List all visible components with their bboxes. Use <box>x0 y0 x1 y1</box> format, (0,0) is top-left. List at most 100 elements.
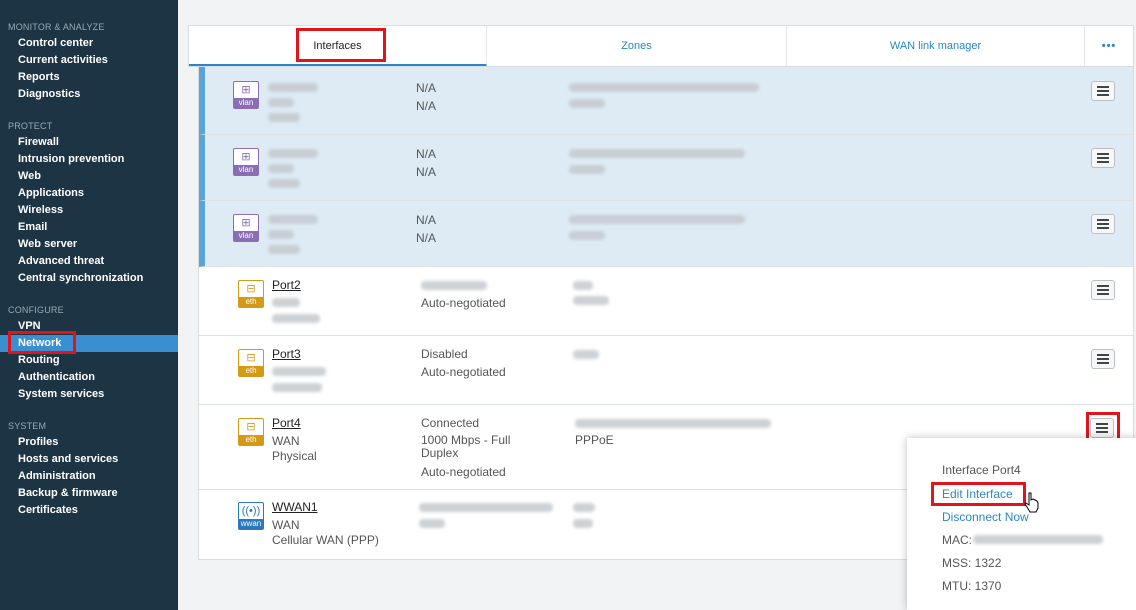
tab-wan-link-manager[interactable]: WAN link manager <box>787 26 1085 66</box>
vlan-icon: ⊞ vlan <box>233 148 259 176</box>
status-text: N/A <box>416 81 437 95</box>
interface-name-link[interactable]: Port3 <box>272 347 301 361</box>
redacted-mac <box>973 535 1103 544</box>
interface-row[interactable]: ⊞ vlan N/A N/A <box>199 67 1133 135</box>
redacted-type <box>268 245 300 254</box>
nav-hosts-and-services[interactable]: Hosts and services <box>0 451 178 468</box>
interface-context-menu: Interface Port4 Edit Interface Disconnec… <box>907 438 1136 610</box>
redacted-address <box>575 419 771 428</box>
section-title-protect: PROTECT <box>8 121 53 131</box>
row-menu-button[interactable] <box>1091 81 1115 101</box>
redacted-address <box>569 231 605 240</box>
row-menu-button[interactable] <box>1091 214 1115 234</box>
ethernet-icon: ⊟ eth <box>238 418 264 446</box>
redacted-address <box>573 503 595 512</box>
mss-value: MSS: 1322 <box>942 556 1002 570</box>
redacted-zone <box>268 164 294 173</box>
redacted-address <box>573 281 593 290</box>
status-text: N/A <box>416 213 437 227</box>
nav-web[interactable]: Web <box>0 168 178 185</box>
redacted-address <box>569 83 759 92</box>
wireless-wan-icon: ((•)) wwan <box>238 502 264 530</box>
vlan-icon: ⊞ vlan <box>233 214 259 242</box>
nav-administration[interactable]: Administration <box>0 468 178 485</box>
mtu-value: MTU: 1370 <box>942 579 1002 593</box>
redacted-address <box>569 165 605 174</box>
sidebar: MONITOR & ANALYZE Control center Current… <box>0 0 178 610</box>
redacted-type <box>268 113 300 122</box>
nav-web-server[interactable]: Web server <box>0 236 178 253</box>
status-text: Disabled <box>421 347 468 361</box>
speed-text: 1000 Mbps - Full Duplex <box>421 433 511 460</box>
status-text: Auto-negotiated <box>421 296 506 310</box>
nav-routing[interactable]: Routing <box>0 352 178 369</box>
redacted-zone <box>272 298 300 307</box>
interface-name-link[interactable]: Port2 <box>272 278 301 292</box>
nav-certificates[interactable]: Certificates <box>0 502 178 519</box>
nav-wireless[interactable]: Wireless <box>0 202 178 219</box>
interface-row[interactable]: ⊞ vlan N/A N/A <box>199 135 1133 201</box>
mouse-cursor-icon <box>1024 492 1039 513</box>
nav-intrusion-prevention[interactable]: Intrusion prevention <box>0 151 178 168</box>
interface-zone: WAN <box>272 434 300 448</box>
nav-applications[interactable]: Applications <box>0 185 178 202</box>
nav-advanced-threat[interactable]: Advanced threat <box>0 253 178 270</box>
redacted-type <box>272 314 320 323</box>
redacted-address <box>569 215 745 224</box>
redacted-type <box>272 383 322 392</box>
row-menu-button[interactable] <box>1091 349 1115 369</box>
ethernet-icon: ⊟ eth <box>238 280 264 308</box>
nav-backup-firmware[interactable]: Backup & firmware <box>0 485 178 502</box>
redacted-zone <box>272 367 326 376</box>
status-text: N/A <box>416 147 437 161</box>
redacted-status <box>419 503 553 512</box>
interface-row[interactable]: ⊟ eth Port3 Disabled Auto-negotiated <box>199 336 1133 405</box>
redacted-address <box>573 350 599 359</box>
redacted-status <box>419 519 445 528</box>
redacted-address <box>569 99 605 108</box>
popup-title: Interface Port4 <box>942 463 1021 477</box>
status-text: Auto-negotiated <box>421 465 506 479</box>
row-menu-button[interactable] <box>1091 148 1115 168</box>
nav-profiles[interactable]: Profiles <box>0 434 178 451</box>
interfaces-tab-highlight <box>296 28 386 62</box>
nav-authentication[interactable]: Authentication <box>0 369 178 386</box>
redacted-address <box>573 296 609 305</box>
redacted-status <box>421 281 487 290</box>
status-text: N/A <box>416 165 437 179</box>
interface-row[interactable]: ⊟ eth Port2 Auto-negotiated <box>199 267 1133 336</box>
redacted-zone <box>268 230 294 239</box>
ethernet-icon: ⊟ eth <box>238 349 264 377</box>
row-menu-button[interactable] <box>1091 280 1115 300</box>
tab-zones[interactable]: Zones <box>487 26 787 66</box>
interface-zone: WAN <box>272 518 300 532</box>
redacted-name <box>268 83 318 92</box>
nav-firewall[interactable]: Firewall <box>0 134 178 151</box>
status-text: Auto-negotiated <box>421 365 506 379</box>
nav-reports[interactable]: Reports <box>0 69 178 86</box>
mac-label: MAC: <box>942 533 972 547</box>
interface-name-link[interactable]: Port4 <box>272 416 301 430</box>
nav-system-services[interactable]: System services <box>0 386 178 403</box>
nav-control-center[interactable]: Control center <box>0 35 178 52</box>
section-title-system: SYSTEM <box>8 421 47 431</box>
redacted-type <box>268 179 300 188</box>
redacted-name <box>268 149 318 158</box>
interface-name-link[interactable]: WWAN1 <box>272 500 318 514</box>
nav-email[interactable]: Email <box>0 219 178 236</box>
more-tabs-button[interactable]: ••• <box>1085 26 1133 66</box>
interface-type: Cellular WAN (PPP) <box>272 533 379 547</box>
disconnect-now-link[interactable]: Disconnect Now <box>942 510 1029 524</box>
status-text: N/A <box>416 231 437 245</box>
nav-current-activities[interactable]: Current activities <box>0 52 178 69</box>
nav-central-synchronization[interactable]: Central synchronization <box>0 270 178 287</box>
redacted-address <box>569 149 745 158</box>
interface-type: Physical <box>272 449 317 463</box>
network-highlight-box <box>8 331 76 354</box>
redacted-name <box>268 215 318 224</box>
section-title-configure: CONFIGURE <box>8 305 64 315</box>
nav-diagnostics[interactable]: Diagnostics <box>0 86 178 103</box>
redacted-zone <box>268 98 294 107</box>
interface-row[interactable]: ⊞ vlan N/A N/A <box>199 201 1133 267</box>
redacted-address <box>573 519 593 528</box>
